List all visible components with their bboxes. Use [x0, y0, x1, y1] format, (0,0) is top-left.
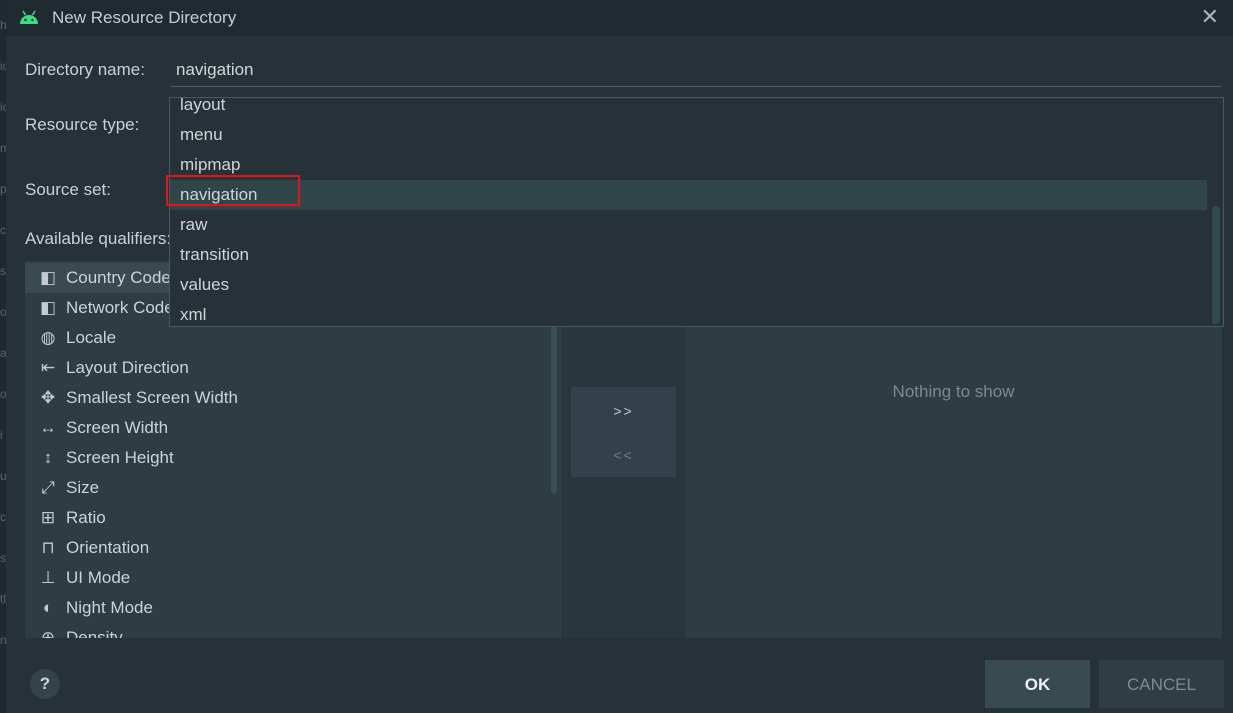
add-qualifier-button[interactable]: >> [571, 403, 676, 433]
qualifier-item[interactable]: ↔ Screen Width [25, 413, 550, 443]
dropdown-option-label: layout [180, 97, 226, 114]
background-text-fragment: m [0, 141, 6, 155]
dropdown-option-raw[interactable]: raw [170, 210, 1207, 240]
qualifier-item[interactable]: ◐ Night Mode [25, 593, 550, 623]
directory-name-underline [170, 86, 1222, 87]
background-text-fragment: p [0, 182, 6, 196]
qualifier-label: Country Code [66, 268, 171, 287]
density-icon: ⊕ [40, 628, 56, 638]
dropdown-scrollbar[interactable] [1212, 206, 1220, 324]
dropdown-option-values[interactable]: values [170, 270, 1207, 300]
background-text-fragment: u [0, 469, 6, 483]
qualifier-label: Screen Height [66, 448, 174, 467]
ratio-icon: ⊞ [40, 508, 56, 527]
close-icon[interactable]: ✕ [1201, 4, 1219, 30]
window-title: New Resource Directory [52, 8, 237, 27]
qualifier-label: Network Code [66, 298, 174, 317]
dropdown-option-label: raw [180, 215, 208, 234]
background-text-fragment: c [0, 510, 6, 524]
country-code-icon: ◧ [39, 268, 57, 287]
cancel-button[interactable]: CANCEL [1099, 660, 1224, 708]
dropdown-option-transition[interactable]: transition [170, 240, 1207, 270]
qualifier-label: Locale [66, 328, 117, 347]
background-text-fragment: tl [0, 592, 6, 606]
resource-type-dropdown[interactable]: xml values transition raw navigation mipmap me… [169, 97, 1224, 327]
globe-icon: ◍ [40, 328, 56, 347]
dropdown-option-label: values [180, 275, 230, 294]
selected-item-highlight [166, 175, 300, 206]
background-text-fragment: c [0, 223, 6, 237]
qualifier-label: Screen Width [66, 418, 169, 437]
qualifier-item[interactable]: ⊓ Orientation [25, 533, 550, 563]
background-text-fragment: n [0, 633, 6, 647]
available-qualifiers-label: Available qualifiers: [25, 229, 172, 248]
background-text-fragment: o [0, 305, 6, 319]
android-icon [18, 6, 40, 26]
qualifier-label: Layout Direction [66, 358, 189, 377]
orientation-icon: ⊓ [41, 538, 55, 557]
background-text-fragment: ic [0, 100, 6, 114]
ok-button[interactable]: OK [985, 660, 1090, 708]
night-mode-icon: ◐ [42, 598, 54, 617]
background-text-fragment: o [0, 387, 6, 401]
network-code-icon: ◧ [39, 298, 57, 317]
qualifier-item[interactable]: ↕ Screen Height [25, 443, 550, 473]
empty-state-text: Nothing to show [892, 382, 1015, 401]
dropdown-option-mipmap[interactable]: mipmap [170, 150, 1207, 180]
dropdown-option-navigation[interactable]: navigation [170, 180, 1207, 210]
dropdown-option-xml[interactable]: xml [170, 300, 1207, 326]
background-text-fragment: s [0, 551, 6, 565]
transfer-buttons: >> << [571, 387, 676, 477]
qualifier-item[interactable]: ⊞ Ratio [25, 503, 550, 533]
qualifier-item[interactable]: ◍ Locale [25, 323, 550, 353]
background-text-fragment: i [0, 428, 3, 442]
qualifier-item[interactable]: ⇤ Layout Direction [25, 353, 550, 383]
qualifier-label: Smallest Screen Width [66, 388, 238, 407]
background-text-fragment: ic [0, 59, 6, 73]
title-bar: New Resource Directory ✕ [6, 0, 1233, 36]
dropdown-option-menu[interactable]: menu [170, 120, 1207, 150]
size-icon: ⤢ [41, 478, 55, 497]
dropdown-option-label: mipmap [180, 155, 241, 174]
dropdown-option-label: xml [180, 305, 207, 324]
qualifier-item[interactable]: ⤢ Size [25, 473, 550, 503]
help-button[interactable]: ? [30, 669, 60, 699]
source-set-label: Source set: [25, 180, 111, 199]
qualifier-label: UI Mode [66, 568, 131, 587]
smallest-width-icon: ✥ [40, 388, 56, 407]
background-text-fragment: a [0, 346, 6, 360]
dropdown-option-label: transition [180, 245, 249, 264]
resource-type-label: Resource type: [25, 115, 140, 134]
qualifier-item[interactable]: ⊕ Density [25, 623, 550, 638]
screen-height-icon: ↕ [43, 448, 53, 467]
background-text-fragment: s [0, 264, 6, 278]
ui-mode-icon: ⊥ [40, 568, 56, 587]
qualifier-label: Orientation [66, 538, 150, 557]
qualifier-item[interactable]: ⊥ UI Mode [25, 563, 550, 593]
qualifier-label: Size [66, 478, 100, 497]
screen-width-icon: ↔ [39, 418, 57, 437]
qualifier-label: Density [66, 628, 123, 638]
qualifier-label: Night Mode [66, 598, 153, 617]
qualifier-item[interactable]: ✥ Smallest Screen Width [25, 383, 550, 413]
qualifier-label: Ratio [66, 508, 106, 527]
remove-qualifier-button[interactable]: << [571, 447, 676, 477]
directory-name-label: Directory name: [25, 60, 145, 79]
dropdown-option-layout[interactable]: layout [170, 97, 1207, 120]
background-window-strip: h ic ic m p c s o a o i u c s tl n [0, 0, 6, 713]
directory-name-field[interactable]: navigation [176, 60, 254, 80]
dropdown-option-label: menu [180, 125, 223, 144]
layout-direction-icon: ⇤ [40, 358, 56, 377]
